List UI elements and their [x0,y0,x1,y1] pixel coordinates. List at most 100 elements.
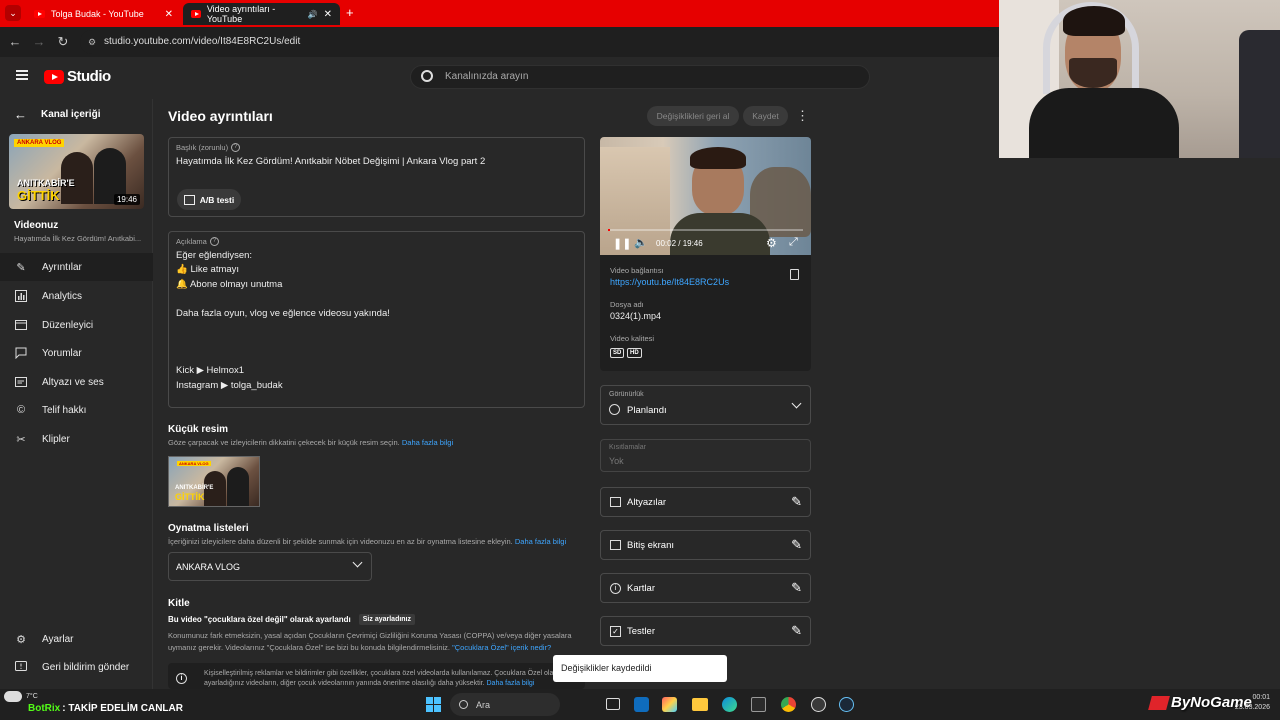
edit-pencil-icon[interactable]: ✎ [791,580,802,596]
sidebar-item-copyright[interactable]: © Telif hakkı [0,396,153,424]
back-arrow-icon[interactable]: ← [6,33,24,51]
audience-info-box: i Kişiselleştirilmiş reklamlar ve bildir… [168,663,585,689]
save-button[interactable]: Kaydet [743,106,788,126]
site-info-icon[interactable]: ⚙ [88,30,96,54]
app-icon-store[interactable] [751,697,766,712]
sidebar-item-analytics[interactable]: Analytics [0,282,153,310]
gear-icon: ⚙ [16,633,26,646]
app-icon-colorful[interactable] [662,697,677,712]
speaker-icon: 🔊 [307,9,318,19]
app-icon-edge[interactable] [722,697,737,712]
description-field[interactable]: Açıklama ? Eğer eğlendiysen: 👍 Like atma… [168,231,585,408]
app-icon-obs[interactable] [811,697,826,712]
app-icon-chrome[interactable] [781,697,796,712]
new-tab-button[interactable]: + [346,5,354,20]
playlists-learn-more-link[interactable]: Daha fazla bilgi [515,537,566,546]
cards-row[interactable]: i Kartlar ✎ [600,573,811,603]
search-placeholder: Kanalınızda arayın [445,71,529,82]
audience-heading: Kitle [168,598,190,609]
player-settings-icon[interactable]: ⚙ [766,236,777,250]
address-bar[interactable]: ⚙ studio.youtube.com/video/It84E8RC2Us/e… [80,30,1000,54]
webcam-shirt [1029,88,1179,158]
comments-icon [14,346,28,360]
ab-test-button[interactable]: A/B testi [177,189,241,210]
visibility-value: Planlandı [627,405,667,416]
volume-icon[interactable]: 🔈 [634,236,648,249]
tab-list-button[interactable]: ⌄ [5,5,21,21]
thumbnail-desc-text: Göze çarpacak ve izleyicilerin dikkatini… [168,438,400,447]
tab-video-details-label: Video ayrıntıları - YouTube [206,4,276,24]
thumb-duration: 19:46 [113,194,140,205]
end-screen-row[interactable]: Bitiş ekranı ✎ [600,530,811,560]
ticker-text: : TAKİP EDELİM CANLAR [62,703,183,714]
sidebar-item-clips[interactable]: ✂ Klipler [0,425,153,453]
chevron-down-icon [791,398,802,409]
os-taskbar: 7°C BotRix : TAKİP EDELİM CANLAR Ara ByN… [0,689,1280,720]
app-icon-files[interactable] [692,698,708,711]
progress-fill [608,229,610,231]
undo-changes-button[interactable]: Değişiklikleri geri al [647,106,739,126]
fullscreen-icon[interactable]: ⤢ [789,236,798,249]
forward-arrow-icon[interactable]: → [30,33,48,51]
edit-pencil-icon[interactable]: ✎ [791,623,802,639]
help-icon[interactable]: ? [231,143,241,152]
subtitles-row[interactable]: Altyazılar ✎ [600,487,811,517]
restrictions-field: Kısıtlamalar Yok [600,439,811,472]
address-text: studio.youtube.com/video/It84E8RC2Us/edi… [104,36,301,47]
thumbnail-learn-more-link[interactable]: Daha fazla bilgi [402,438,453,447]
audience-desc-line-1: Konumunuz fark etmeksizin, yasal açıdan … [168,631,572,640]
saved-toast-text: Değişiklikler kaydedildi [561,663,652,673]
end-screen-row-label: Bitiş ekranı [627,539,674,551]
edit-pencil-icon[interactable]: ✎ [791,494,802,510]
play-pause-icon[interactable]: ❚❚ [613,237,631,250]
botrix-ticker: BotRix : TAKİP EDELİM CANLAR [28,703,183,714]
taskbar-search[interactable]: Ara [450,693,560,716]
more-options-icon[interactable]: ⋮ [796,108,809,124]
ab-test-icon [183,194,195,205]
close-tab-icon[interactable]: ✕ [165,9,173,20]
sidebar-item-feedback[interactable]: Geri bildirim gönder [0,653,153,681]
title-input-value: Hayatımda İlk Kez Gördüm! Anıtkabir Nöbe… [176,156,486,167]
sidebar-item-details[interactable]: ✎ Ayrıntılar [0,253,153,281]
playlist-select[interactable]: ANKARA VLOG [168,552,372,581]
video-player[interactable]: ❚❚ 🔈 00:02 / 19:46 ⚙ ⤢ [600,137,811,255]
visibility-label: Görünürlük [609,391,644,398]
sidebar-item-editor[interactable]: Düzenleyici [0,311,153,339]
sidebar-item-subtitles[interactable]: Altyazı ve ses [0,368,153,396]
tab-video-details[interactable]: Video ayrıntıları - YouTube 🔊 ✕ [183,3,340,25]
windows-start-icon[interactable] [426,697,441,712]
title-field[interactable]: Başlık (zorunlu) ? Hayatımda İlk Kez Gör… [168,137,585,217]
clock[interactable]: 00:01 23.03.2026 [1226,693,1270,713]
audience-desc-line-2-text: uymanız gerekir. Videolarınız "Çocuklara… [168,643,450,652]
visibility-select[interactable]: Görünürlük Planlandı [600,385,811,425]
made-for-kids-link[interactable]: "Çocuklara Özel" içerik nedir? [452,643,551,652]
video-thumbnail[interactable]: ANKARA VLOG ANITKABİR'E GİTTİK 19:46 [9,134,144,209]
video-info-panel: ❚❚ 🔈 00:02 / 19:46 ⚙ ⤢ Video bağlantısı … [600,137,811,371]
description-field-label: Açıklama ? [176,237,219,246]
edit-pencil-icon[interactable]: ✎ [791,537,802,553]
copy-link-icon[interactable] [790,269,799,280]
saved-toast: Değişiklikler kaydedildi [553,655,727,682]
tests-row[interactable]: ✓ Testler ✎ [600,616,811,646]
video-link[interactable]: https://youtu.be/It84E8RC2Us [610,277,729,287]
menu-hamburger-icon[interactable] [16,70,28,80]
app-icon-steam[interactable] [839,697,854,712]
tab-channel[interactable]: Tolga Budak - YouTube ✕ [26,3,181,25]
sidebar-item-comments[interactable]: Yorumlar [0,339,153,367]
playlists-desc-text: İçeriğinizi izleyicilere daha düzenli bi… [168,537,513,546]
file-name-label: Dosya adı [610,300,644,309]
app-icon-outlook[interactable] [634,697,649,712]
channel-search-input[interactable]: Kanalınızda arayın [410,65,870,89]
reload-icon[interactable]: ↻ [54,33,72,51]
sidebar-item-settings[interactable]: ⚙ Ayarlar [0,625,153,653]
selected-thumbnail[interactable]: ANKARA VLOG ANITKABİR'E GİTTİK [168,456,260,507]
close-tab-icon[interactable]: ✕ [324,9,332,20]
back-to-content-button[interactable]: ← Kanal içeriği [14,107,100,122]
weather-widget[interactable]: 7°C [4,691,38,702]
task-view-icon[interactable] [606,698,620,710]
thumbnail-desc: Göze çarpacak ve izleyicilerin dikkatini… [168,438,453,447]
progress-bar[interactable] [608,229,803,231]
help-icon[interactable]: ? [209,237,219,246]
studio-logo[interactable]: Studio [44,68,111,85]
audience-info-learn-more-link[interactable]: Daha fazla bilgi [487,680,535,687]
